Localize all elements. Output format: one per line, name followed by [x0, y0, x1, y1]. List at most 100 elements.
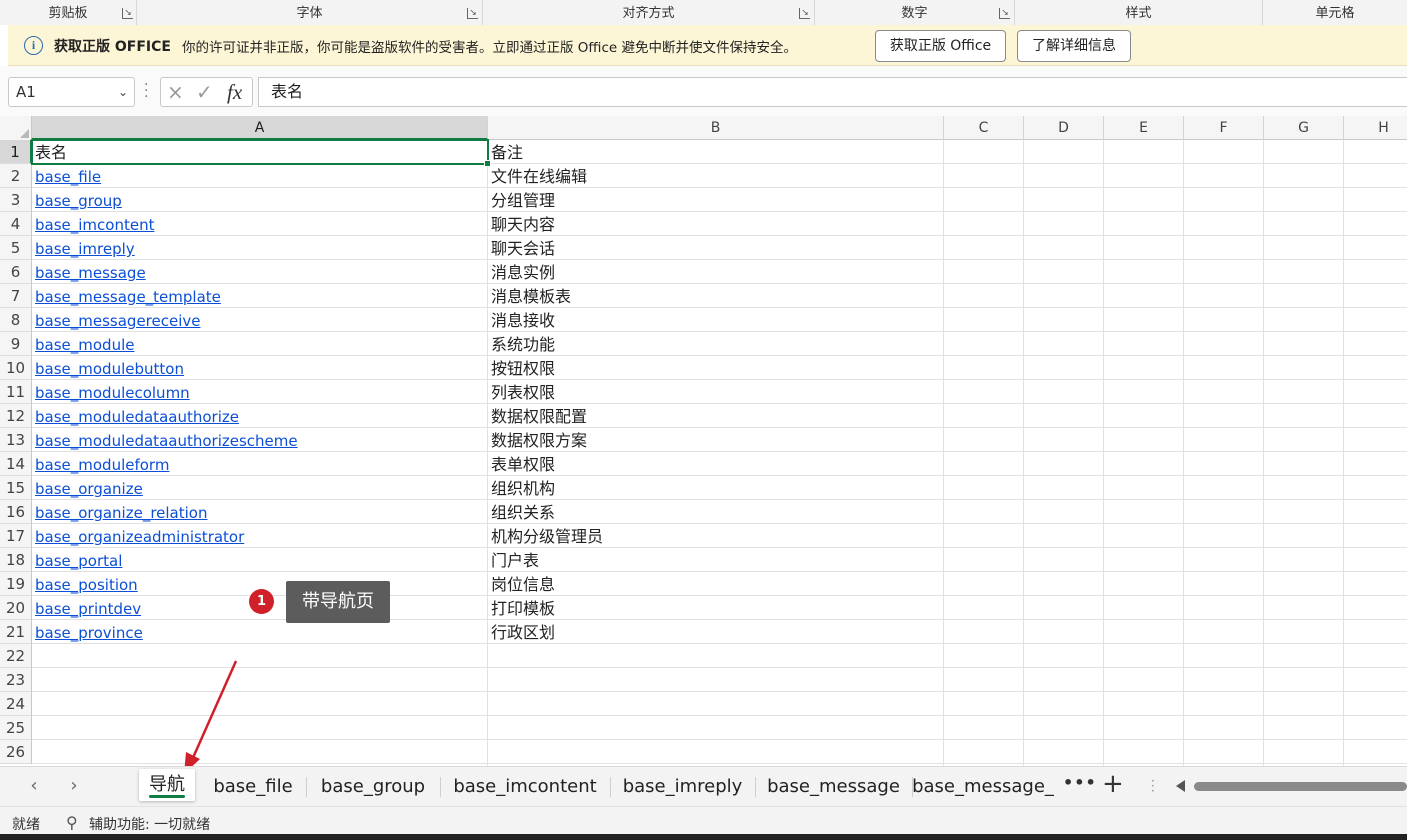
horizontal-scrollbar[interactable] — [1194, 782, 1407, 791]
cell-b[interactable]: 系统功能 — [488, 332, 944, 356]
cell-b[interactable]: 行政区划 — [488, 620, 944, 644]
row-header[interactable]: 18 — [0, 548, 32, 572]
table-link-cell[interactable]: base_imcontent — [32, 212, 488, 236]
row-header[interactable]: 26 — [0, 740, 32, 764]
dialog-launcher-icon[interactable]: ↘ — [467, 8, 478, 19]
row-header[interactable]: 4 — [0, 212, 32, 236]
column-header-e[interactable]: E — [1104, 116, 1184, 140]
sheet-tab[interactable]: base_message_ — [912, 767, 1054, 805]
table-link-cell[interactable]: base_modulebutton — [32, 356, 488, 380]
cell-b[interactable]: 消息实例 — [488, 260, 944, 284]
row-header[interactable]: 20 — [0, 596, 32, 620]
cell-b[interactable]: 数据权限配置 — [488, 404, 944, 428]
cell-b[interactable] — [488, 644, 944, 668]
row-header[interactable]: 15 — [0, 476, 32, 500]
cell-b[interactable]: 数据权限方案 — [488, 428, 944, 452]
row-header[interactable]: 9 — [0, 332, 32, 356]
cancel-icon[interactable]: × — [167, 80, 184, 104]
add-sheet-icon[interactable]: + — [1102, 769, 1124, 799]
cell-b[interactable]: 列表权限 — [488, 380, 944, 404]
row-header[interactable]: 6 — [0, 260, 32, 284]
row-header[interactable]: 10 — [0, 356, 32, 380]
table-link-cell[interactable]: base_province — [32, 620, 488, 644]
sheet-tab[interactable]: base_imcontent — [440, 767, 610, 805]
drag-handle-icon[interactable]: · · · — [1151, 775, 1155, 797]
accessibility-status[interactable]: 辅助功能: 一切就绪 — [89, 814, 210, 834]
cell-b[interactable] — [488, 692, 944, 716]
row-header[interactable]: 14 — [0, 452, 32, 476]
column-header-a[interactable]: A — [32, 116, 488, 140]
row-header[interactable]: 17 — [0, 524, 32, 548]
row-header[interactable]: 24 — [0, 692, 32, 716]
cell-b[interactable]: 门户表 — [488, 548, 944, 572]
table-link-cell[interactable]: base_portal — [32, 548, 488, 572]
cell-a[interactable] — [32, 716, 488, 740]
row-header[interactable]: 12 — [0, 404, 32, 428]
table-link-cell[interactable]: base_messagereceive — [32, 308, 488, 332]
enter-check-icon[interactable]: ✓ — [196, 80, 213, 104]
cell-b[interactable]: 文件在线编辑 — [488, 164, 944, 188]
row-header[interactable]: 22 — [0, 644, 32, 668]
row-header[interactable]: 25 — [0, 716, 32, 740]
table-link-cell[interactable]: base_group — [32, 188, 488, 212]
table-link-cell[interactable]: base_organizeadministrator — [32, 524, 488, 548]
fill-handle[interactable] — [484, 160, 491, 167]
accessibility-icon[interactable]: ⚲ — [66, 813, 78, 832]
scroll-left-icon[interactable] — [1176, 780, 1185, 792]
get-genuine-office-button[interactable]: 获取正版 Office — [875, 30, 1006, 62]
row-header[interactable]: 11 — [0, 380, 32, 404]
formula-input[interactable]: 表名 — [258, 77, 1407, 107]
chevron-left-icon[interactable]: ‹ — [22, 775, 46, 796]
cell-b[interactable]: 聊天内容 — [488, 212, 944, 236]
cell-b[interactable]: 组织关系 — [488, 500, 944, 524]
table-link-cell[interactable]: base_organize — [32, 476, 488, 500]
cell-a[interactable] — [32, 740, 488, 764]
column-header-c[interactable]: C — [944, 116, 1024, 140]
row-header[interactable]: 2 — [0, 164, 32, 188]
cell-b[interactable]: 打印模板 — [488, 596, 944, 620]
cell-a[interactable] — [32, 668, 488, 692]
cell-b[interactable]: 分组管理 — [488, 188, 944, 212]
cell-b[interactable]: 聊天会话 — [488, 236, 944, 260]
cell-b[interactable]: 消息接收 — [488, 308, 944, 332]
cell-b[interactable]: 按钮权限 — [488, 356, 944, 380]
column-header-b[interactable]: B — [488, 116, 944, 140]
select-all-button[interactable] — [0, 116, 32, 140]
chevron-down-icon[interactable]: ⌄ — [118, 78, 128, 106]
column-header-h[interactable]: H — [1344, 116, 1407, 140]
worksheet-grid[interactable]: ABCDEFGH 1 表名 备注 2 base_file 文件在线编辑 3 base_grou… — [0, 116, 1407, 766]
table-link-cell[interactable]: base_module — [32, 332, 488, 356]
sheet-tab[interactable]: 导航 — [139, 769, 195, 801]
table-link-cell[interactable]: base_message_template — [32, 284, 488, 308]
row-header[interactable]: 16 — [0, 500, 32, 524]
row-header[interactable]: 7 — [0, 284, 32, 308]
more-sheets-icon[interactable]: ••• — [1063, 773, 1097, 792]
sheet-tab[interactable]: base_group — [306, 767, 440, 805]
chevron-right-icon[interactable]: › — [62, 775, 86, 796]
column-header-f[interactable]: F — [1184, 116, 1264, 140]
row-header[interactable]: 8 — [0, 308, 32, 332]
table-link-cell[interactable]: base_file — [32, 164, 488, 188]
learn-more-button[interactable]: 了解详细信息 — [1017, 30, 1131, 62]
row-header[interactable]: 21 — [0, 620, 32, 644]
table-link-cell[interactable]: base_moduledataauthorize — [32, 404, 488, 428]
sheet-tab[interactable]: base_file — [200, 767, 306, 805]
row-header[interactable]: 19 — [0, 572, 32, 596]
cell-b[interactable] — [488, 740, 944, 764]
table-link-cell[interactable]: base_message — [32, 260, 488, 284]
row-header[interactable]: 3 — [0, 188, 32, 212]
row-header[interactable]: 23 — [0, 668, 32, 692]
column-header-g[interactable]: G — [1264, 116, 1344, 140]
cell-a[interactable] — [32, 644, 488, 668]
row-header[interactable]: 1 — [0, 140, 32, 164]
drag-handle-icon[interactable]: · · · — [144, 78, 148, 104]
cell-a[interactable] — [32, 692, 488, 716]
sheet-tab[interactable]: base_imreply — [610, 767, 755, 805]
dialog-launcher-icon[interactable]: ↘ — [999, 8, 1010, 19]
sheet-tab[interactable]: base_message — [755, 767, 912, 805]
name-box[interactable]: A1 ⌄ — [8, 77, 135, 107]
cell-b[interactable]: 岗位信息 — [488, 572, 944, 596]
cell-b[interactable]: 组织机构 — [488, 476, 944, 500]
table-link-cell[interactable]: base_moduleform — [32, 452, 488, 476]
column-header-d[interactable]: D — [1024, 116, 1104, 140]
